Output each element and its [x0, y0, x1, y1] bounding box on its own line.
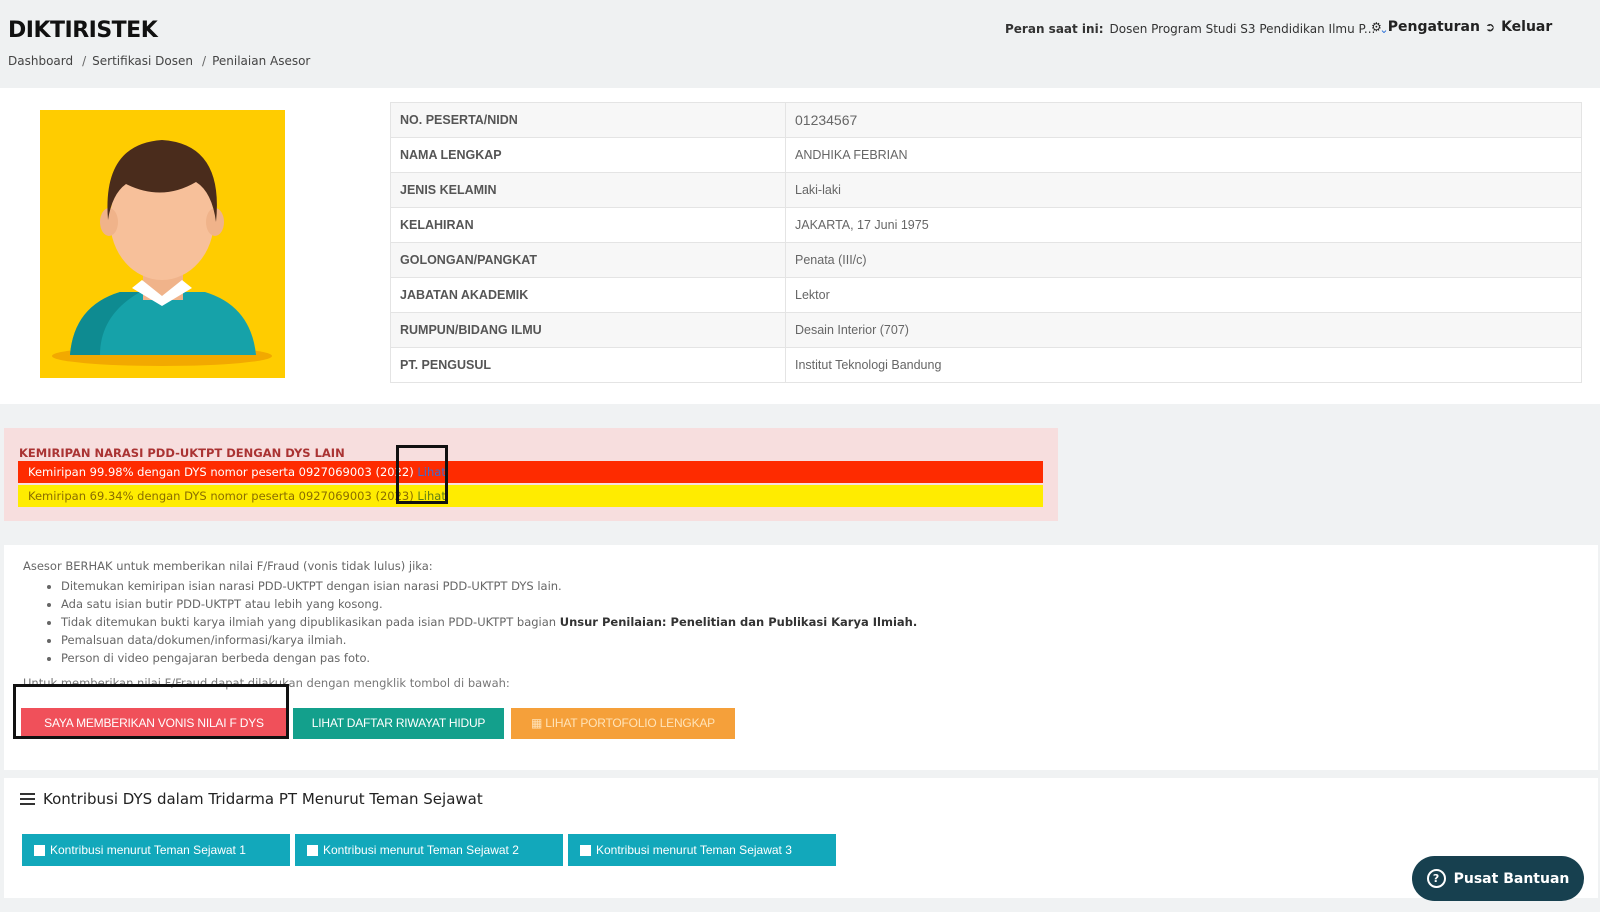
list-item-text: Tidak ditemukan bukti karya ilmiah yang … — [61, 615, 557, 629]
field-value: Laki-laki — [785, 172, 1582, 208]
field-value: Desain Interior (707) — [785, 312, 1582, 348]
view-portfolio-button[interactable]: ▦ LIHAT PORTOFOLIO LENGKAP — [511, 708, 735, 739]
button-label: Kontribusi menurut Teman Sejawat 2 — [323, 843, 519, 857]
contribution-title-text: Kontribusi DYS dalam Tridarma PT Menurut… — [43, 790, 483, 808]
breadcrumb-current: Penilaian Asesor — [212, 54, 311, 68]
role-value: Dosen Program Studi S3 Pendidikan Ilmu P… — [1109, 22, 1376, 36]
list-icon — [20, 793, 35, 805]
breadcrumb-separator: / — [202, 54, 207, 68]
field-value: JAKARTA, 17 Juni 1975 — [785, 207, 1582, 243]
verdict-intro: Asesor BERHAK untuk memberikan nilai F/F… — [23, 559, 433, 573]
peer-contribution-button-3[interactable]: Kontribusi menurut Teman Sejawat 3 — [568, 834, 836, 866]
logout-icon: ➲ — [1485, 20, 1496, 34]
breadcrumb-sertifikasi[interactable]: Sertifikasi Dosen — [92, 54, 193, 68]
settings-link[interactable]: ⚙ Pengaturan — [1371, 19, 1480, 35]
list-item: Tidak ditemukan bukti karya ilmiah yang … — [61, 613, 917, 631]
button-label: Kontribusi menurut Teman Sejawat 3 — [596, 843, 792, 857]
role-selector[interactable]: Peran saat ini: Dosen Program Studi S3 P… — [1005, 22, 1389, 36]
app-title: DIKTIRISTEK — [8, 18, 158, 43]
logout-label: Keluar — [1501, 19, 1553, 35]
top-bar: DIKTIRISTEK Dashboard / Sertifikasi Dosen /… — [0, 0, 1600, 88]
table-row: KELAHIRAN JAKARTA, 17 Juni 1975 — [390, 207, 1582, 243]
square-icon — [580, 844, 591, 856]
contribution-panel: Kontribusi DYS dalam Tridarma PT Menurut… — [4, 778, 1598, 898]
avatar — [40, 110, 285, 378]
logout-link[interactable]: ➲ Keluar — [1485, 19, 1552, 35]
table-row: NO. PESERTA/NIDN 01234567 — [390, 102, 1582, 138]
field-value: Institut Teknologi Bandung — [785, 347, 1582, 383]
profile-panel: NO. PESERTA/NIDN 01234567 NAMA LENGKAP ANDH… — [0, 88, 1600, 404]
field-label: RUMPUN/BIDANG ILMU — [390, 312, 786, 348]
similarity-row-high: Kemiripan 99.98% dengan DYS nomor pesert… — [18, 461, 1043, 483]
field-label: JABATAN AKADEMIK — [390, 277, 786, 313]
list-item: Person di video pengajaran berbeda denga… — [61, 649, 917, 667]
breadcrumb-dashboard[interactable]: Dashboard — [8, 54, 73, 68]
similarity-panel: KEMIRIPAN NARASI PDD-UKTPT DENGAN DYS LA… — [4, 428, 1058, 521]
similarity-text: Kemiripan 99.98% dengan DYS nomor pesert… — [28, 465, 414, 479]
field-label: NAMA LENGKAP — [390, 137, 786, 173]
field-label: PT. PENGUSUL — [390, 347, 786, 383]
table-row: JENIS KELAMIN Laki-laki — [390, 172, 1582, 208]
field-value: Lektor — [785, 277, 1582, 313]
verdict-criteria-list: Ditemukan kemiripan isian narasi PDD-UKT… — [61, 577, 917, 667]
similarity-text: Kemiripan 69.34% dengan DYS nomor pesert… — [28, 489, 414, 503]
field-label: KELAHIRAN — [390, 207, 786, 243]
highlight-box — [396, 445, 448, 504]
button-label: Kontribusi menurut Teman Sejawat 1 — [50, 843, 246, 857]
table-row: NAMA LENGKAP ANDHIKA FEBRIAN — [390, 137, 1582, 173]
table-row: JABATAN AKADEMIK Lektor — [390, 277, 1582, 313]
help-center-button[interactable]: ? Pusat Bantuan — [1412, 856, 1584, 901]
similarity-row-medium: Kemiripan 69.34% dengan DYS nomor pesert… — [18, 485, 1043, 507]
list-item: Ada satu isian butir PDD-UKTPT atau lebi… — [61, 595, 917, 613]
list-item: Ditemukan kemiripan isian narasi PDD-UKT… — [61, 577, 917, 595]
square-icon — [307, 844, 318, 856]
field-value: ANDHIKA FEBRIAN — [785, 137, 1582, 173]
field-label: JENIS KELAMIN — [390, 172, 786, 208]
role-label: Peran saat ini: — [1005, 22, 1104, 36]
peer-contribution-button-2[interactable]: Kontribusi menurut Teman Sejawat 2 — [295, 834, 563, 866]
view-cv-button[interactable]: LIHAT DAFTAR RIWAYAT HIDUP — [293, 708, 504, 739]
contribution-title: Kontribusi DYS dalam Tridarma PT Menurut… — [20, 790, 483, 808]
list-item-emphasis: Unsur Penilaian: Penelitian dan Publikas… — [559, 615, 918, 629]
breadcrumb-separator: / — [82, 54, 87, 68]
portfolio-icon: ▦ — [531, 716, 546, 730]
peer-contribution-button-1[interactable]: Kontribusi menurut Teman Sejawat 1 — [22, 834, 290, 866]
field-label: GOLONGAN/PANGKAT — [390, 242, 786, 278]
table-row: PT. PENGUSUL Institut Teknologi Bandung — [390, 347, 1582, 383]
gear-icon: ⚙ — [1371, 20, 1382, 34]
similarity-title: KEMIRIPAN NARASI PDD-UKTPT DENGAN DYS LA… — [19, 446, 345, 460]
help-icon: ? — [1426, 869, 1446, 888]
square-icon — [34, 844, 45, 856]
table-row: GOLONGAN/PANGKAT Penata (III/c) — [390, 242, 1582, 278]
field-value: 01234567 — [785, 102, 1582, 138]
table-row: RUMPUN/BIDANG ILMU Desain Interior (707) — [390, 312, 1582, 348]
highlight-box — [13, 684, 289, 739]
help-label: Pusat Bantuan — [1453, 870, 1570, 887]
profile-table: NO. PESERTA/NIDN 01234567 NAMA LENGKAP ANDH… — [390, 102, 1582, 383]
settings-label: Pengaturan — [1387, 19, 1480, 35]
view-portfolio-label: LIHAT PORTOFOLIO LENGKAP — [545, 716, 715, 730]
field-value: Penata (III/c) — [785, 242, 1582, 278]
list-item: Pemalsuan data/dokumen/informasi/karya i… — [61, 631, 917, 649]
field-label: NO. PESERTA/NIDN — [390, 102, 786, 138]
breadcrumb: Dashboard / Sertifikasi Dosen / Penilaian As… — [8, 54, 313, 68]
